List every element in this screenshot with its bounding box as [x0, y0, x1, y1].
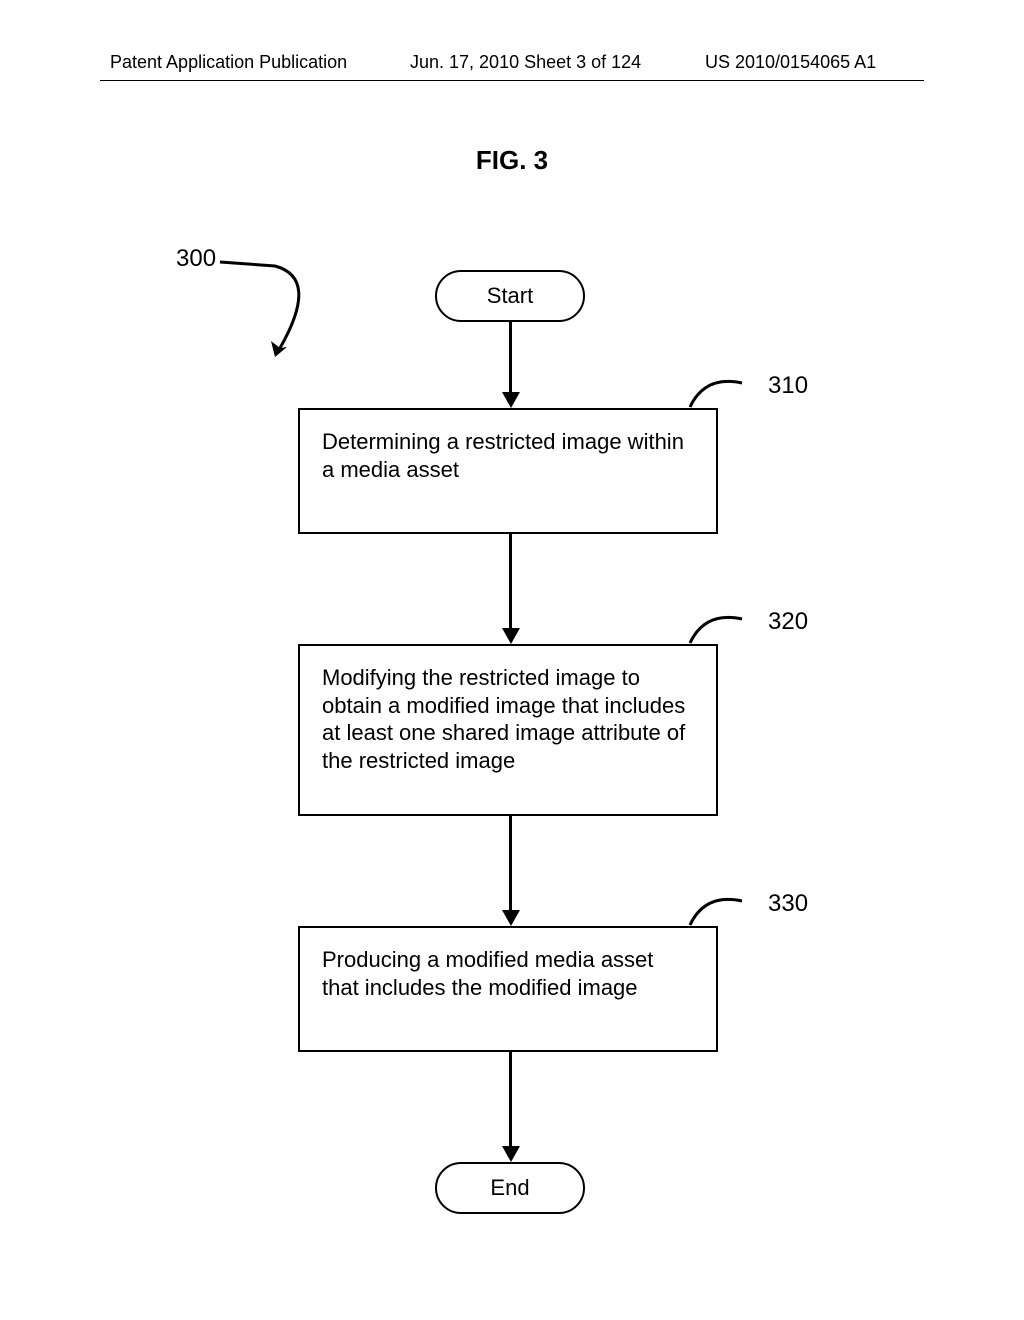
step-310: Determining a restricted image within a … — [298, 408, 718, 534]
arrow-330-end — [509, 1052, 512, 1148]
ref-310: 310 — [768, 372, 808, 400]
start-terminator: Start — [435, 270, 585, 322]
arrowhead-start-310 — [502, 392, 520, 408]
ref-320: 320 — [768, 608, 808, 636]
figure-title: FIG. 3 — [0, 145, 1024, 176]
header-right: US 2010/0154065 A1 — [705, 52, 876, 73]
arrow-start-310 — [509, 322, 512, 394]
start-label: Start — [487, 283, 533, 309]
arrow-320-330 — [509, 816, 512, 912]
step-320-text: Modifying the restricted image to obtain… — [322, 665, 685, 773]
callout-330 — [690, 891, 760, 931]
callout-310 — [690, 373, 760, 413]
page: Patent Application Publication Jun. 17, … — [0, 0, 1024, 1320]
arrowhead-330-end — [502, 1146, 520, 1162]
ref-330: 330 — [768, 890, 808, 918]
header-rule — [100, 80, 924, 81]
header-mid: Jun. 17, 2010 Sheet 3 of 124 — [410, 52, 641, 73]
lead-300 — [220, 258, 380, 378]
arrow-310-320 — [509, 534, 512, 630]
end-terminator: End — [435, 1162, 585, 1214]
end-label: End — [490, 1175, 529, 1201]
arrowhead-320-330 — [502, 910, 520, 926]
step-310-text: Determining a restricted image within a … — [322, 429, 684, 482]
arrowhead-310-320 — [502, 628, 520, 644]
header-left: Patent Application Publication — [110, 52, 347, 73]
callout-320 — [690, 609, 760, 649]
step-320: Modifying the restricted image to obtain… — [298, 644, 718, 816]
ref-300: 300 — [176, 245, 216, 273]
step-330-text: Producing a modified media asset that in… — [322, 947, 653, 1000]
step-330: Producing a modified media asset that in… — [298, 926, 718, 1052]
